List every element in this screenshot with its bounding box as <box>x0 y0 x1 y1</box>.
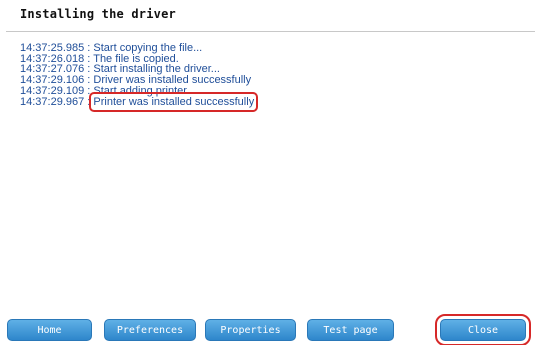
log-line: 14:37:29.967 : Printer was installed suc… <box>20 91 259 112</box>
install-log: 14:37:25.985 : Start copying the file...… <box>20 43 259 112</box>
log-message: Start adding printer... <box>93 84 196 97</box>
properties-button[interactable]: Properties <box>205 319 296 341</box>
log-time: 14:37:29.967 <box>20 95 85 108</box>
log-message-highlighted: Printer was installed successfully <box>89 91 259 112</box>
title-divider <box>6 31 535 32</box>
window-title: Installing the driver <box>20 7 176 21</box>
installer-window: Installing the driver 14:37:25.985 : Sta… <box>0 0 535 345</box>
preferences-button[interactable]: Preferences <box>104 319 196 341</box>
close-button[interactable]: Close <box>435 314 531 345</box>
test-page-button[interactable]: Test page <box>307 319 394 341</box>
home-button[interactable]: Home <box>7 319 92 341</box>
